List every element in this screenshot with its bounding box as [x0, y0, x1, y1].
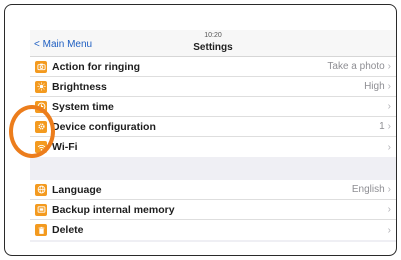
row-value: 1: [379, 121, 385, 132]
chevron-right-icon: ›: [387, 81, 391, 92]
chevron-right-icon: ›: [387, 101, 391, 112]
device-frame: < Main Menu 10:20 Settings Action for ri…: [4, 4, 397, 256]
clock-icon: [35, 100, 47, 113]
settings-group-general: Action for ringing Take a photo › Bright…: [30, 57, 396, 157]
settings-group-system: Language English › Backup internal memor…: [30, 180, 396, 240]
row-label: Device configuration: [52, 120, 156, 133]
status-time: 10:20: [204, 32, 222, 39]
chevron-right-icon: ›: [387, 61, 391, 72]
camera-icon: [35, 60, 47, 73]
row-system-time[interactable]: System time ›: [30, 97, 396, 117]
row-brightness[interactable]: Brightness High ›: [30, 77, 396, 97]
row-label: Language: [52, 183, 102, 196]
row-label: Backup internal memory: [52, 203, 175, 216]
row-label: Action for ringing: [52, 60, 141, 73]
row-value: Take a photo: [327, 61, 385, 72]
row-device-configuration[interactable]: Device configuration 1 ›: [30, 117, 396, 137]
chevron-right-icon: ›: [387, 224, 391, 236]
globe-icon: [35, 183, 47, 196]
row-label: System time: [52, 100, 114, 113]
row-wifi[interactable]: Wi-Fi ›: [30, 137, 396, 157]
page-title: Settings: [193, 42, 233, 53]
chevron-right-icon: ›: [387, 184, 391, 195]
chevron-right-icon: ›: [387, 141, 391, 153]
chevron-right-icon: ›: [387, 204, 391, 215]
row-action-for-ringing[interactable]: Action for ringing Take a photo ›: [30, 57, 396, 77]
row-label: Brightness: [52, 80, 107, 93]
trash-icon: [35, 224, 47, 236]
brightness-icon: [35, 80, 47, 93]
settings-screen: < Main Menu 10:20 Settings Action for ri…: [30, 30, 396, 242]
row-value: High: [364, 81, 385, 92]
gear-icon: [35, 120, 47, 133]
row-delete[interactable]: Delete ›: [30, 220, 396, 240]
row-language[interactable]: Language English ›: [30, 180, 396, 200]
row-backup-internal-memory[interactable]: Backup internal memory ›: [30, 200, 396, 220]
navigation-bar: < Main Menu 10:20 Settings: [30, 30, 396, 57]
row-label: Delete: [52, 224, 84, 236]
wifi-icon: [35, 141, 47, 153]
chevron-right-icon: ›: [387, 121, 391, 132]
row-label: Wi-Fi: [52, 141, 78, 153]
backup-icon: [35, 203, 47, 216]
row-value: English: [351, 184, 385, 195]
